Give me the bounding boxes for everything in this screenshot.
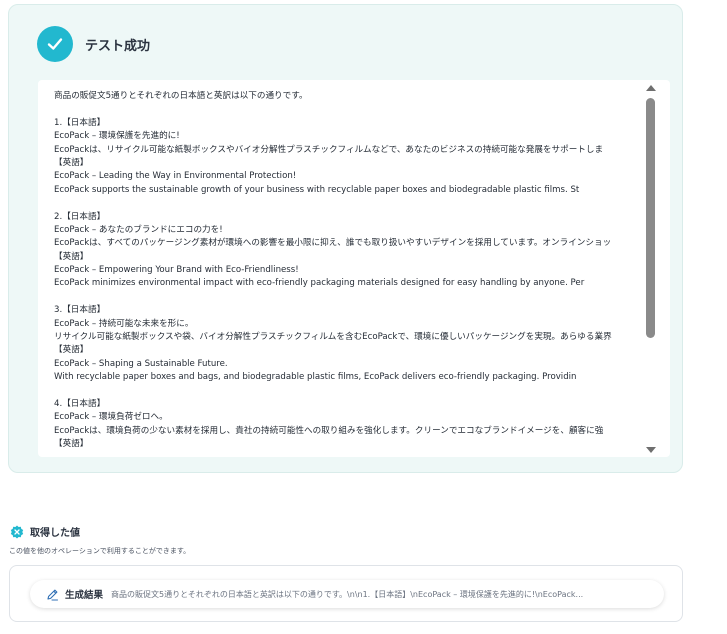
output-line: EcoPack minimizes environmental impact w… xyxy=(54,278,585,289)
scrollbar[interactable] xyxy=(644,84,658,454)
output-line: 3.【日本語】 xyxy=(54,305,106,316)
output-line: EcoPack – Shaping a Sustainable Future. xyxy=(54,358,228,369)
output-line: EcoPackは、環境負荷の少ない素材を採用し、貴社の持続可能性への取り組みを強… xyxy=(54,425,604,436)
output-text: 商品の販促文5通りとそれぞれの日本語と英訳は以下の通りです。 1.【日本語】 Ec… xyxy=(54,90,624,457)
acquired-values-box: 生成結果 商品の販促文5通りとそれぞれの日本語と英訳は以下の通りです。\n\n1… xyxy=(9,565,683,622)
output-line: EcoPack – あなたのブランドにエコの力を! xyxy=(54,224,223,235)
output-line: 【英語】 xyxy=(54,251,89,262)
output-line: 1.【日本語】 xyxy=(54,117,106,128)
pencil-icon xyxy=(47,589,59,601)
value-item-preview: 商品の販促文5通りとそれぞれの日本語と英訳は以下の通りです。\n\n1.【日本語… xyxy=(111,589,584,599)
scroll-up-arrow-icon[interactable] xyxy=(646,85,656,91)
value-item-label: 生成結果 xyxy=(65,590,104,601)
check-icon xyxy=(37,26,73,62)
value-item-generated-result[interactable]: 生成結果 商品の販促文5通りとそれぞれの日本語と英訳は以下の通りです。\n\n1… xyxy=(30,580,664,608)
output-line: EcoPackは、リサイクル可能な紙製ボックスやバイオ分解性プラスチックフィルム… xyxy=(54,144,604,155)
scroll-thumb[interactable] xyxy=(646,98,655,338)
acquired-values-title: 取得した値 xyxy=(30,528,80,539)
output-line: 【英語】 xyxy=(54,439,89,450)
output-line: EcoPack – 持続可能な未来を形に。 xyxy=(54,318,194,329)
acquired-values-header: 取得した値 xyxy=(10,524,80,539)
output-line: 【英語】 xyxy=(54,345,89,356)
output-line: EcoPack supports the sustainable growth … xyxy=(54,184,580,195)
output-line: EcoPack – Empowering Your Brand with Eco… xyxy=(54,265,299,276)
scroll-down-arrow-icon[interactable] xyxy=(646,447,656,453)
output-line: 商品の販促文5通りとそれぞれの日本語と英訳は以下の通りです。 xyxy=(54,91,308,101)
output-line: With recyclable paper boxes and bags, an… xyxy=(54,372,577,383)
output-line: EcoPack – Leading the Way in Environment… xyxy=(54,171,297,182)
output-line: リサイクル可能な紙製ボックスや袋、バイオ分解性プラスチックフィルムを含むEcoP… xyxy=(54,332,612,343)
success-title: テスト成功 xyxy=(85,38,151,54)
output-line: EcoPack – 環境負荷ゼロへ。 xyxy=(54,412,168,423)
output-line: EcoPackは、すべてのパッケージング素材が環境への影響を最小限に抑え、誰でも… xyxy=(54,238,612,249)
output-line: EcoPack – 環境保護を先進的に! xyxy=(54,131,180,142)
test-success-card: テスト成功 商品の販促文5通りとそれぞれの日本語と英訳は以下の通りです。 1.【… xyxy=(8,4,683,473)
success-header: テスト成功 xyxy=(37,26,150,62)
page: テスト成功 商品の販促文5通りとそれぞれの日本語と英訳は以下の通りです。 1.【… xyxy=(0,0,727,634)
output-line: 【英語】 xyxy=(54,157,89,168)
output-line: 2.【日本語】 xyxy=(54,211,106,222)
acquired-values-description: この値を他のオペレーションで利用することができます。 xyxy=(9,547,191,555)
output-line: 4.【日本語】 xyxy=(54,398,106,409)
output-textarea[interactable]: 商品の販促文5通りとそれぞれの日本語と英訳は以下の通りです。 1.【日本語】 Ec… xyxy=(38,80,670,457)
badge-icon xyxy=(10,525,24,538)
